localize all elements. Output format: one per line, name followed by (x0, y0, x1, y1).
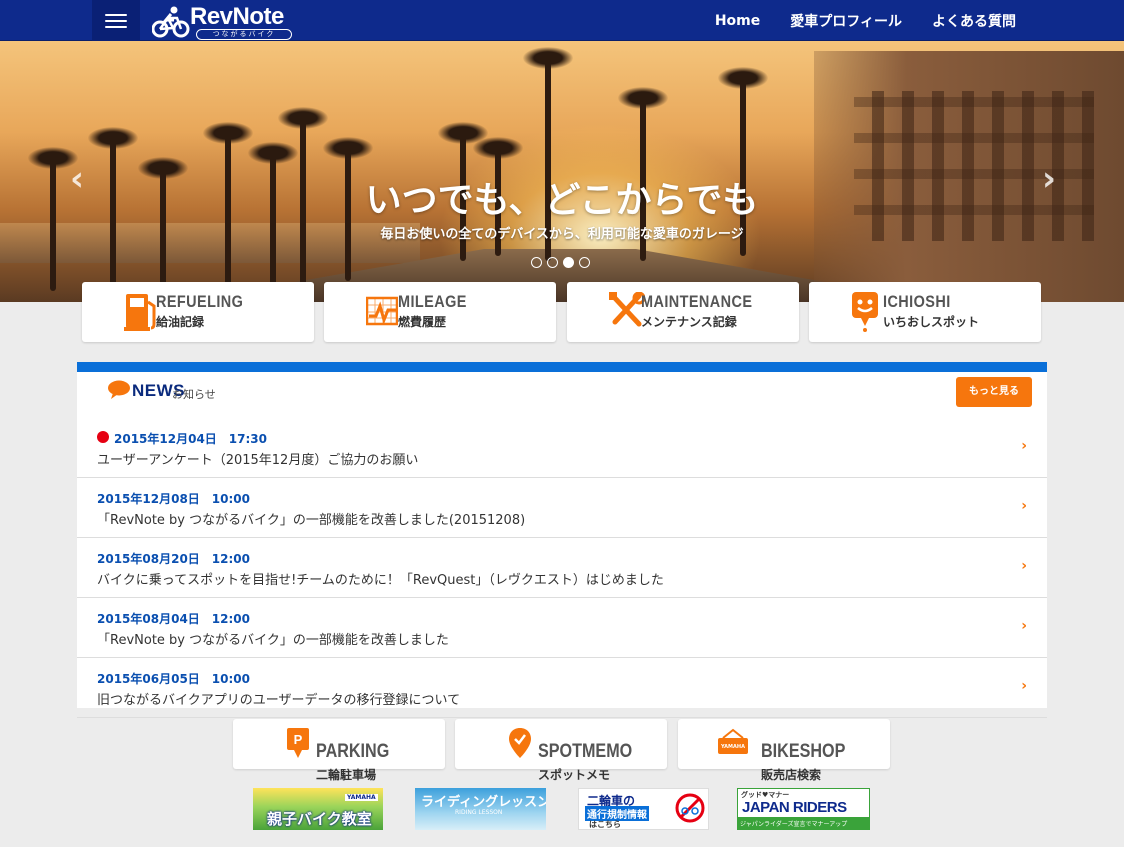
feature-title: MAINTENANCE (641, 292, 753, 311)
news-item[interactable]: 2015年12月08日 10:00 「RevNote by つながるバイク」の一… (77, 478, 1047, 538)
banner-subtitle: RIDING LESSON (455, 809, 503, 816)
feature-subtitle: いちおしスポット (883, 315, 980, 329)
speech-bubble-icon (108, 380, 130, 399)
banner-badge: YAMAHA (345, 794, 378, 801)
feature-subtitle: 燃費履歴 (398, 315, 447, 329)
feature-ichioshi[interactable]: ICHIOSHI いちおしスポット (809, 282, 1041, 342)
nav-faq[interactable]: よくある質問 (932, 11, 1016, 31)
feature-subtitle: 給油記録 (156, 315, 205, 329)
news-item[interactable]: 2015年08月20日 12:00 バイクに乗ってスポットを目指せ!チームのため… (77, 538, 1047, 598)
fuel-pump-icon (124, 294, 156, 331)
wrench-icon (609, 292, 645, 327)
feature-refueling[interactable]: REFUELING 給油記録 (82, 282, 314, 342)
card-subtitle: 二輪駐車場 (316, 768, 377, 782)
hamburger-menu-button[interactable] (92, 0, 140, 41)
hamburger-line (105, 25, 127, 28)
banner-text: はこちら (589, 820, 621, 829)
card-title: BIKESHOP (761, 741, 846, 762)
banner-riding-lesson[interactable]: ライディングレッスン RIDING LESSON (415, 788, 546, 830)
spotmemo-card[interactable]: SPOTMEMO スポットメモ (455, 719, 667, 782)
news-date: 2015年06月05日 10:00 (97, 672, 250, 686)
news-date: 2015年12月04日 17:30 (114, 432, 267, 446)
news-text: 旧つながるバイクアプリのユーザーデータの移行登録について (97, 693, 461, 708)
new-indicator-dot (97, 431, 109, 443)
news-title-sub: お知らせ (172, 388, 216, 401)
news-date: 2015年08月04日 12:00 (97, 612, 250, 626)
carousel-dot-3[interactable] (563, 257, 574, 268)
bikeshop-card[interactable]: YAMAHA BIKESHOP 販売店検索 (678, 719, 890, 782)
banner-text: ジャパンライダーズ宣言でマナーアップ (740, 821, 848, 828)
yamaha-badge: YAMAHA (721, 744, 745, 750)
top-navbar: RevNote つながるバイク Home 愛車プロフィール よくある質問 (0, 0, 1124, 41)
banner-title: ライディングレッスン (421, 795, 546, 810)
check-pin-icon (509, 728, 531, 758)
banner-japan-riders[interactable]: グッド♥マナー JAPAN RIDERS ジャパンライダーズ宣言でマナーアップ (737, 788, 870, 830)
news-text: バイクに乗ってスポットを目指せ!チームのために！「RevQuest」（レヴクエス… (97, 573, 664, 588)
hero-subtitle: 毎日お使いの全てのデバイスから、利用可能な愛車のガレージ (380, 227, 744, 242)
news-text: ユーザーアンケート（2015年12月度）ご協力のお願い (97, 453, 419, 468)
chevron-right-icon: › (1021, 558, 1027, 574)
logo-subtitle: つながるバイク (196, 29, 292, 40)
hero-carousel: ‹ › いつでも、どこからでも 毎日お使いの全てのデバイスから、利用可能な愛車の… (0, 41, 1124, 302)
parking-card[interactable]: P PARKING 二輪駐車場 (233, 719, 445, 782)
bike-rider-icon (152, 6, 190, 38)
news-item[interactable]: 2015年06月05日 10:00 旧つながるバイクアプリのユーザーデータの移行… (77, 658, 1047, 718)
news-text: 「RevNote by つながるバイク」の一部機能を改善しました(2015120… (97, 513, 526, 528)
spot-pin-icon (852, 292, 878, 332)
card-subtitle: スポットメモ (538, 768, 611, 782)
card-subtitle: 販売店検索 (761, 768, 822, 782)
hero-title: いつでも、どこからでも (365, 180, 759, 221)
no-bike-sign-icon (675, 793, 705, 823)
card-title: PARKING (316, 741, 390, 762)
carousel-dot-1[interactable] (531, 257, 542, 268)
feature-subtitle: メンテナンス記録 (641, 315, 737, 329)
banner-traffic-regulation[interactable]: 二輪車の 通行規制情報 はこちら (578, 788, 709, 830)
banner-kids-bike-class[interactable]: YAMAHA 親子バイク教室 (253, 788, 383, 830)
hamburger-line (105, 19, 127, 22)
shop-sign-icon (718, 728, 748, 754)
news-date: 2015年12月08日 10:00 (97, 492, 250, 506)
feature-title: MILEAGE (398, 292, 467, 311)
feature-mileage[interactable]: MILEAGE 燃費履歴 (324, 282, 556, 342)
feature-title: ICHIOSHI (883, 292, 951, 311)
hamburger-line (105, 13, 127, 16)
main-nav: Home 愛車プロフィール よくある質問 (715, 0, 1016, 41)
news-header: NEWS お知らせ もっと見る (77, 372, 1047, 418)
chevron-right-icon: › (1021, 498, 1027, 514)
carousel-indicators (531, 257, 590, 268)
news-panel: NEWS お知らせ もっと見る 2015年12月04日 17:30 ユーザーアン… (77, 362, 1047, 718)
carousel-dot-4[interactable] (579, 257, 590, 268)
feature-maintenance[interactable]: MAINTENANCE メンテナンス記録 (567, 282, 799, 342)
news-more-button[interactable]: もっと見る (956, 377, 1032, 407)
news-text: 「RevNote by つながるバイク」の一部機能を改善しました (97, 633, 449, 648)
banner-title: JAPAN RIDERS (742, 799, 847, 816)
nav-home[interactable]: Home (715, 13, 760, 29)
chevron-right-icon: › (1021, 678, 1027, 694)
chevron-right-icon: › (1021, 618, 1027, 634)
feature-title: REFUELING (156, 292, 244, 311)
revnote-logo[interactable]: RevNote つながるバイク (152, 3, 297, 40)
card-title: SPOTMEMO (538, 741, 633, 762)
news-date: 2015年08月20日 12:00 (97, 552, 250, 566)
news-item[interactable]: 2015年08月04日 12:00 「RevNote by つながるバイク」の一… (77, 598, 1047, 658)
news-item[interactable]: 2015年12月04日 17:30 ユーザーアンケート（2015年12月度）ご協… (77, 418, 1047, 478)
mileage-chart-icon (366, 296, 398, 326)
logo-text: RevNote (190, 3, 284, 30)
svg-text:P: P (294, 732, 303, 747)
feature-cards: REFUELING 給油記録 MILEAGE 燃費履歴 MAINTENANCE … (82, 282, 1042, 342)
parking-pin-icon: P (287, 728, 309, 758)
nav-bike-profile[interactable]: 愛車プロフィール (790, 11, 902, 31)
chevron-right-icon: › (1021, 438, 1027, 454)
banner-title: 親子バイク教室 (267, 810, 372, 828)
carousel-dot-2[interactable] (547, 257, 558, 268)
